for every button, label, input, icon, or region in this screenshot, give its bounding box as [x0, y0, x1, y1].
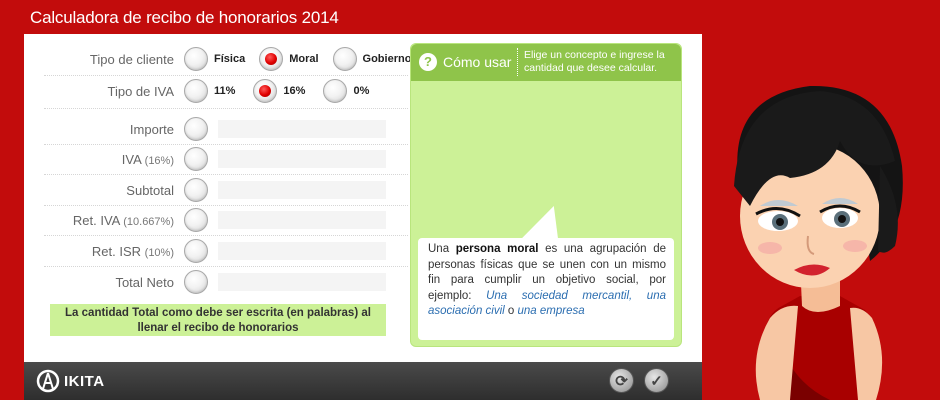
subtotal-field[interactable]: [218, 181, 386, 199]
client-type-row: Tipo de cliente Física Moral Gobierno: [24, 44, 425, 74]
concept-row-iva: IVA (16%): [24, 144, 386, 174]
concept-label: IVA (16%): [121, 151, 174, 167]
radio-iva-0[interactable]: [323, 79, 348, 103]
option-label: Física: [214, 53, 246, 65]
importe-field[interactable]: [218, 120, 386, 138]
concept-label: Ret. IVA (10.667%): [72, 212, 174, 228]
iva-option-11[interactable]: 11%: [184, 79, 235, 103]
concept-label: Importe: [129, 121, 174, 137]
concept-row-ret-iva: Ret. IVA (10.667%): [24, 205, 386, 235]
option-label: Moral: [289, 53, 319, 65]
divider: [517, 48, 518, 76]
radio-ret-iva[interactable]: [184, 208, 208, 232]
concept-row-ret-isr: Ret. ISR (10%): [24, 236, 386, 266]
concept-row-importe: Importe: [24, 114, 386, 144]
total-in-words-box: La cantidad Total como debe ser escrita …: [50, 304, 386, 336]
iva-option-0[interactable]: 0%: [323, 79, 369, 103]
radio-ret-isr[interactable]: [184, 239, 208, 263]
refresh-button[interactable]: ⟳: [609, 368, 634, 393]
radio-iva-11[interactable]: [184, 79, 208, 103]
radio-iva-16[interactable]: [253, 79, 278, 103]
option-label: Gobierno: [362, 53, 412, 65]
ret-isr-field[interactable]: [218, 242, 386, 260]
radio-importe[interactable]: [184, 117, 208, 141]
bubble-term: persona moral: [455, 243, 539, 255]
brand-name: IKITA: [64, 372, 105, 390]
footer-bar: IKITA ⟳ ✓: [24, 362, 702, 400]
client-option-moral[interactable]: Moral: [259, 47, 319, 71]
client-type-label: Tipo de cliente: [89, 51, 174, 67]
help-hint: Elige un concepto e ingrese la cantidad …: [524, 49, 665, 74]
bubble-example-link[interactable]: una empresa: [518, 305, 585, 317]
concept-row-subtotal: Subtotal: [24, 175, 386, 205]
radio-subtotal[interactable]: [184, 178, 208, 202]
radio-gobierno[interactable]: [332, 47, 357, 71]
iva-type-label: Tipo de IVA: [107, 83, 174, 99]
help-title: Cómo usar: [443, 54, 512, 70]
calculator-panel: Tipo de cliente Física Moral Gobierno Ti…: [24, 34, 702, 362]
radio-iva[interactable]: [184, 147, 208, 171]
speech-bubble: Una persona moral es una agrupación de p…: [418, 238, 674, 340]
concept-label: Total Neto: [115, 274, 174, 290]
iva-option-16[interactable]: 16%: [253, 79, 305, 103]
radio-fisica[interactable]: [184, 47, 208, 71]
confirm-button[interactable]: ✓: [644, 368, 669, 393]
option-label: 16%: [283, 85, 306, 97]
iva-field[interactable]: [218, 150, 386, 168]
divider: [44, 108, 408, 109]
client-option-fisica[interactable]: Física: [184, 47, 245, 71]
concept-label: Ret. ISR (10%): [91, 243, 174, 259]
option-label: 11%: [214, 85, 236, 97]
ret-iva-field[interactable]: [218, 211, 386, 229]
check-icon: ✓: [650, 372, 663, 390]
help-icon: ?: [419, 53, 437, 71]
iva-type-row: Tipo de IVA 11% 16% 0%: [24, 76, 383, 106]
radio-total-neto[interactable]: [184, 270, 208, 294]
assistant-character-illustration: [734, 85, 903, 400]
app-title: Calculadora de recibo de honorarios 2014: [30, 8, 339, 27]
radio-moral[interactable]: [259, 47, 284, 71]
refresh-icon: ⟳: [615, 372, 628, 390]
client-option-gobierno[interactable]: Gobierno: [332, 47, 412, 71]
help-header: ? Cómo usar Elige un concepto e ingrese …: [411, 44, 681, 81]
option-label: 0%: [353, 85, 370, 97]
ikita-logo-icon: [36, 369, 60, 393]
total-neto-field[interactable]: [218, 273, 386, 291]
concept-row-total-neto: Total Neto: [24, 267, 386, 297]
ikita-logo: IKITA: [36, 369, 105, 393]
concept-label: Subtotal: [126, 182, 174, 198]
